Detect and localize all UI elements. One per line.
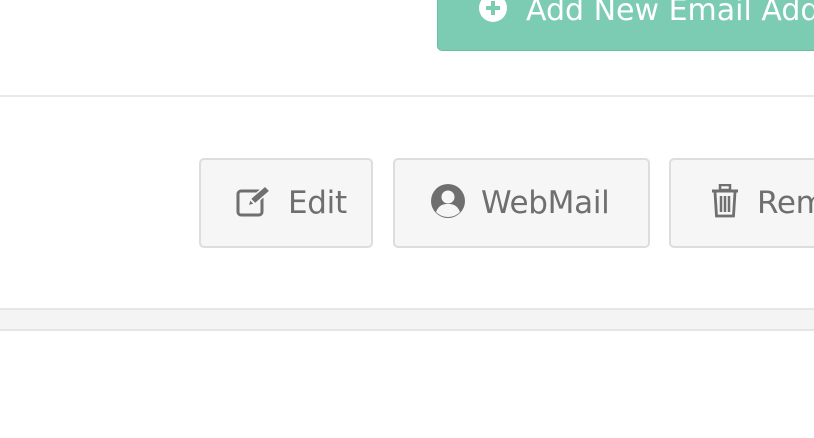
divider — [0, 95, 814, 97]
user-circle-icon — [430, 183, 466, 223]
edit-icon — [236, 184, 272, 221]
trash-icon — [711, 183, 739, 222]
plus-circle-icon — [479, 0, 507, 22]
webmail-button[interactable]: WebMail — [393, 158, 650, 248]
table-separator — [0, 308, 814, 331]
edit-label: Edit — [288, 185, 347, 221]
add-new-email-button[interactable]: Add New Email Address — [437, 0, 814, 51]
webmail-label: WebMail — [481, 185, 610, 221]
add-new-email-label: Add New Email Address — [526, 0, 814, 28]
email-accounts-panel: Add New Email Address Edit WebMail — [0, 0, 814, 438]
edit-button[interactable]: Edit — [199, 158, 373, 248]
remove-button[interactable]: Remove — [669, 158, 814, 248]
remove-label: Remove — [757, 185, 814, 221]
